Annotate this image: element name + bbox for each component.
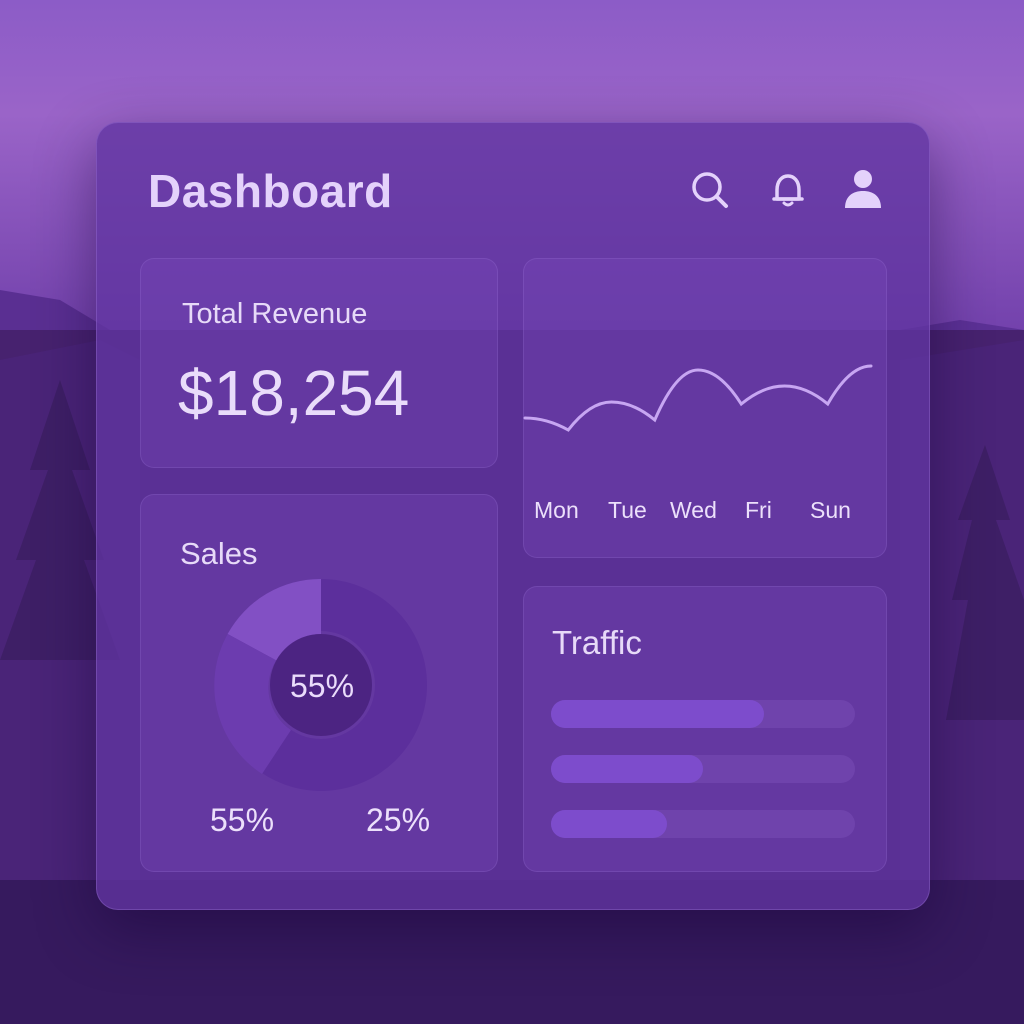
sales-legend-2: 25% xyxy=(366,802,431,838)
day-label-sun: Sun xyxy=(810,497,851,523)
traffic-bar-fill-3 xyxy=(551,810,667,838)
traffic-bar-track-2 xyxy=(551,755,855,783)
page-title: Dashboard xyxy=(148,165,393,217)
sales-title: Sales xyxy=(180,536,258,571)
traffic-bar-fill-2 xyxy=(551,755,703,783)
day-label-tue: Tue xyxy=(608,497,647,523)
day-label-fri: Fri xyxy=(745,497,772,523)
traffic-bar-track-3 xyxy=(551,810,855,838)
revenue-value: $18,254 xyxy=(178,357,410,429)
donut-center-label: 55% xyxy=(289,668,355,704)
day-label-mon: Mon xyxy=(534,497,579,523)
sales-legend-1: 55% xyxy=(210,802,275,838)
day-label-wed: Wed xyxy=(670,497,717,523)
bell-icon[interactable] xyxy=(768,168,812,212)
search-icon[interactable] xyxy=(688,168,732,212)
traffic-title: Traffic xyxy=(552,624,642,661)
revenue-label: Total Revenue xyxy=(182,298,368,330)
weekly-line-chart xyxy=(523,364,873,432)
series-line xyxy=(523,364,873,432)
traffic-bar-track-1 xyxy=(551,700,855,728)
user-icon[interactable] xyxy=(842,166,886,210)
traffic-bar-fill-1 xyxy=(551,700,764,728)
